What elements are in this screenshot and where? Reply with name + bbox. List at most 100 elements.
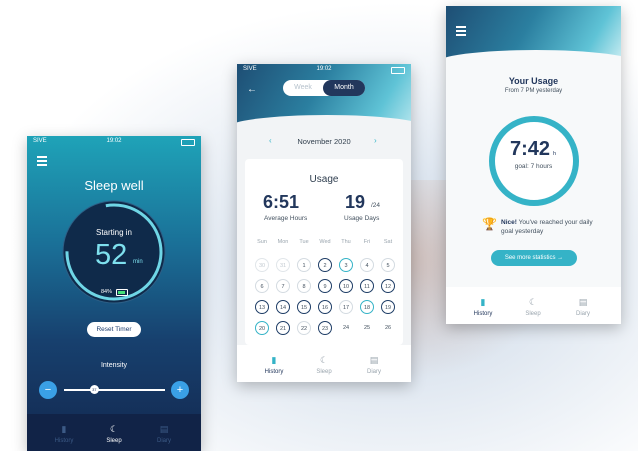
calendar-day[interactable]: 12 bbox=[381, 279, 395, 293]
tab-label: Diary bbox=[575, 311, 590, 317]
calendar-day[interactable]: 7 bbox=[276, 279, 290, 293]
calendar-day[interactable]: 22 bbox=[297, 321, 311, 335]
calendar-day[interactable]: 26 bbox=[381, 321, 395, 335]
sleep-screen: SIVE 19:02 Sleep well Starting in 52 min… bbox=[27, 136, 201, 451]
document-icon: ▤ bbox=[578, 297, 588, 307]
bar-chart-icon: ▮ bbox=[480, 297, 486, 307]
decrease-button[interactable]: − bbox=[39, 381, 57, 399]
calendar-day[interactable]: 16 bbox=[318, 300, 332, 314]
tab-history[interactable]: ▮ History bbox=[458, 297, 508, 317]
weekday-label: Tue bbox=[299, 239, 309, 245]
usage-days-total: /24 bbox=[371, 202, 381, 209]
tab-label: History bbox=[54, 438, 74, 444]
battery-level-icon bbox=[116, 289, 128, 296]
back-arrow-icon[interactable]: ← bbox=[247, 84, 257, 95]
usage-screen: Your Usage From 7 PM yesterday 7:42 h go… bbox=[446, 6, 621, 324]
tab-label: History bbox=[264, 369, 284, 375]
weekday-label: Mon bbox=[277, 239, 289, 245]
trophy-icon: 🏆 bbox=[482, 217, 497, 231]
calendar-day[interactable]: 15 bbox=[297, 300, 311, 314]
page-title: Sleep well bbox=[84, 178, 144, 193]
usage-title: Usage bbox=[309, 174, 339, 185]
month-screen: SIVE 19:02 ← Week Month ‹ November 2020 … bbox=[237, 64, 411, 382]
week-tab[interactable]: Week bbox=[283, 80, 323, 96]
calendar-day[interactable]: 1 bbox=[297, 258, 311, 272]
calendar-day[interactable]: 17 bbox=[339, 300, 353, 314]
tab-sleep[interactable]: ☾ Sleep bbox=[89, 424, 139, 444]
starting-label: Starting in bbox=[95, 228, 133, 237]
weekday-label: Thu bbox=[341, 239, 351, 245]
battery-icon bbox=[181, 139, 195, 146]
calendar-day[interactable]: 9 bbox=[318, 279, 332, 293]
document-icon: ▤ bbox=[159, 424, 169, 434]
tab-bar: ▮ History ☾ Sleep ▤ Diary bbox=[237, 345, 411, 382]
usage-hours-unit: h bbox=[553, 151, 557, 157]
calendar-day[interactable]: 19 bbox=[381, 300, 395, 314]
tab-label: Sleep bbox=[106, 438, 122, 444]
slider-knob[interactable]: 37 bbox=[89, 385, 99, 394]
goal-label: goal: 7 hours bbox=[514, 163, 553, 170]
document-icon: ▤ bbox=[369, 355, 379, 365]
intensity-slider[interactable] bbox=[64, 389, 165, 391]
calendar-day[interactable]: 24 bbox=[339, 321, 353, 335]
average-hours-label: Average Hours bbox=[264, 215, 308, 222]
hamburger-menu-icon[interactable] bbox=[456, 26, 466, 38]
see-more-statistics-button[interactable]: See more statistics → bbox=[491, 250, 577, 266]
usage-card bbox=[245, 159, 403, 345]
nice-label: Nice! bbox=[501, 219, 517, 226]
hamburger-menu-icon[interactable] bbox=[37, 156, 47, 168]
page-title: Your Usage bbox=[508, 76, 559, 86]
page-subtitle: From 7 PM yesterday bbox=[504, 88, 563, 94]
calendar-day[interactable]: 4 bbox=[360, 258, 374, 272]
calendar-day[interactable]: 25 bbox=[360, 321, 374, 335]
calendar-day[interactable]: 18 bbox=[360, 300, 374, 314]
tab-diary[interactable]: ▤ Diary bbox=[558, 297, 608, 317]
minutes-unit: min bbox=[133, 259, 143, 265]
calendar-day[interactable]: 21 bbox=[276, 321, 290, 335]
week-month-toggle: Week Month bbox=[283, 80, 365, 96]
status-bar: SIVE 19:02 bbox=[243, 66, 405, 75]
calendar-day[interactable]: 10 bbox=[339, 279, 353, 293]
moon-icon: ☾ bbox=[109, 424, 119, 434]
tab-diary[interactable]: ▤ Diary bbox=[349, 355, 399, 375]
tab-label: Diary bbox=[156, 438, 171, 444]
tab-bar: ▮ History ☾ Sleep ▤ Diary bbox=[27, 414, 201, 451]
calendar-day[interactable]: 6 bbox=[255, 279, 269, 293]
calendar-day[interactable]: 13 bbox=[255, 300, 269, 314]
calendar-day[interactable]: 30 bbox=[255, 258, 269, 272]
tab-sleep[interactable]: ☾ Sleep bbox=[299, 355, 349, 375]
weekday-label: Fri bbox=[363, 239, 371, 245]
tab-history[interactable]: ▮ History bbox=[39, 424, 89, 444]
weekday-label: Sun bbox=[257, 239, 267, 245]
usage-days-label: Usage Days bbox=[344, 215, 380, 222]
calendar-day[interactable]: 2 bbox=[318, 258, 332, 272]
battery-icon bbox=[391, 67, 405, 74]
tab-label: Diary bbox=[366, 369, 381, 375]
calendar-day[interactable]: 5 bbox=[381, 258, 395, 272]
battery-percent: 84% bbox=[101, 289, 113, 295]
moon-icon: ☾ bbox=[528, 297, 538, 307]
tab-history[interactable]: ▮ History bbox=[249, 355, 299, 375]
tab-sleep[interactable]: ☾ Sleep bbox=[508, 297, 558, 317]
moon-icon: ☾ bbox=[319, 355, 329, 365]
calendar-day[interactable]: 3 bbox=[339, 258, 353, 272]
tab-label: Sleep bbox=[525, 311, 541, 317]
calendar-day[interactable]: 14 bbox=[276, 300, 290, 314]
reset-timer-button[interactable]: Reset Timer bbox=[87, 322, 141, 337]
next-month-icon[interactable]: › bbox=[374, 136, 377, 145]
calendar-day[interactable]: 20 bbox=[255, 321, 269, 335]
calendar-day[interactable]: 11 bbox=[360, 279, 374, 293]
calendar-day[interactable]: 31 bbox=[276, 258, 290, 272]
usage-hours-value: 7:42 bbox=[510, 138, 551, 160]
weekday-label: Sat bbox=[383, 239, 393, 245]
status-bar: SIVE 19:02 bbox=[33, 138, 195, 147]
weekday-label: Wed bbox=[319, 239, 331, 245]
increase-button[interactable]: + bbox=[171, 381, 189, 399]
calendar-day[interactable]: 23 bbox=[318, 321, 332, 335]
usage-ring bbox=[489, 116, 579, 206]
month-tab[interactable]: Month bbox=[323, 80, 365, 96]
status-time: 19:02 bbox=[316, 66, 332, 72]
calendar-day[interactable]: 8 bbox=[297, 279, 311, 293]
tab-diary[interactable]: ▤ Diary bbox=[139, 424, 189, 444]
header-banner bbox=[446, 6, 621, 76]
